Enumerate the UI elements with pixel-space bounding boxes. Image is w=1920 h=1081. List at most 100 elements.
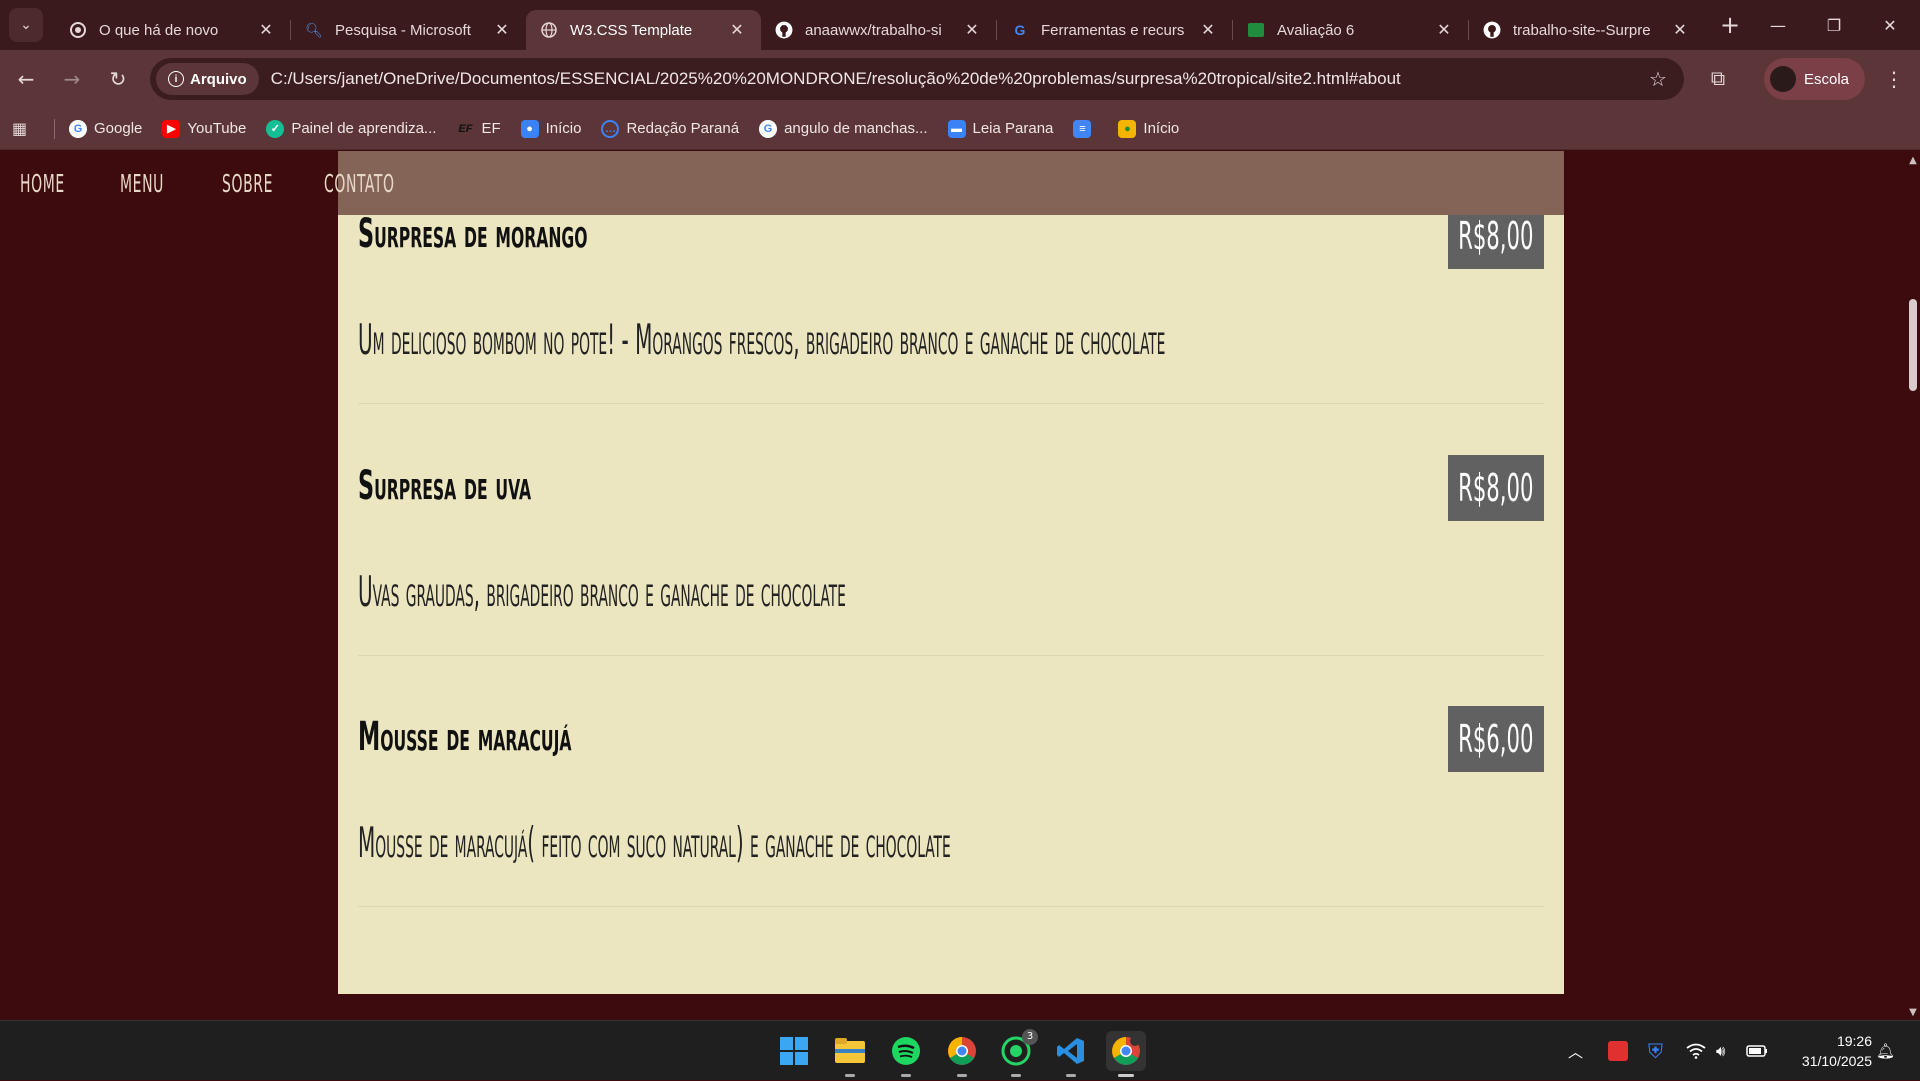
notification-badge: 3 — [1022, 1029, 1038, 1045]
tab-github-site[interactable]: trabalho-site--Surpre ✕ — [1469, 10, 1704, 50]
back-button[interactable]: ← — [6, 59, 46, 99]
nav-menu-link[interactable]: MENU — [120, 169, 163, 198]
tab-w3css-template[interactable]: W3.CSS Template ✕ — [526, 10, 761, 50]
browser-toolbar: ← → ↻ i Arquivo C:/Users/janet/OneDrive/… — [0, 50, 1920, 108]
whatsapp-icon[interactable]: 3 — [996, 1029, 1038, 1077]
defender-icon[interactable]: ⛨ — [1648, 1021, 1663, 1081]
close-icon: ✕ — [1883, 15, 1897, 35]
forward-button[interactable]: → — [52, 59, 92, 99]
restore-button[interactable]: ❐ — [1806, 0, 1862, 50]
minimize-button[interactable]: — — [1750, 0, 1806, 50]
nav-home-link[interactable]: HOME — [20, 169, 64, 198]
bookmark-angulo[interactable]: Gangulo de manchas... — [759, 119, 928, 138]
close-icon[interactable]: ✕ — [1434, 20, 1454, 40]
chrome-icon[interactable] — [942, 1031, 982, 1077]
tab-title: Pesquisa - Microsoft — [335, 21, 471, 39]
tab-search-button[interactable]: ⌄ — [9, 8, 43, 42]
bookmark-ef[interactable]: EF EF — [456, 120, 500, 138]
person-icon: ● — [520, 119, 539, 138]
tab-ferramentas[interactable]: G Ferramentas e recurs ✕ — [997, 10, 1232, 50]
book-icon: ▬ — [947, 119, 966, 138]
tab-github-repo[interactable]: anaawwx/trabalho-si ✕ — [761, 10, 996, 50]
bookmark-painel[interactable]: ✓ Painel de aprendiza... — [266, 119, 436, 138]
nav-contato-link[interactable]: CONTATO — [324, 169, 394, 198]
close-icon[interactable]: ✕ — [1198, 20, 1218, 40]
bookmark-youtube[interactable]: ▶ YouTube — [162, 119, 246, 138]
bookmark-docs[interactable]: ≡ — [1073, 119, 1098, 138]
chrome-profile-icon[interactable] — [1106, 1031, 1146, 1077]
close-icon[interactable]: ✕ — [727, 20, 747, 40]
extensions-icon[interactable]: ⧉ — [1700, 58, 1736, 98]
close-icon[interactable]: ✕ — [492, 20, 512, 40]
scroll-down-icon[interactable]: ▼ — [1906, 1007, 1920, 1018]
item-divider — [358, 403, 1544, 404]
tab-title: trabalho-site--Surpre — [1513, 21, 1651, 39]
bookmark-star-icon[interactable]: ☆ — [1640, 67, 1676, 91]
tab-strip: ⌄ O que há de novo ✕ 🔍︎ Pesquisa - Micro… — [0, 0, 1920, 50]
minimize-icon: — — [1770, 15, 1786, 35]
item-name: Surpresa de uva — [358, 463, 532, 509]
spotify-icon[interactable] — [886, 1031, 926, 1077]
new-tab-button[interactable]: + — [1712, 7, 1748, 43]
tab-avaliacao[interactable]: Avaliação 6 ✕ — [1233, 10, 1468, 50]
address-bar[interactable]: i Arquivo C:/Users/janet/OneDrive/Docume… — [150, 58, 1684, 100]
more-menu-icon[interactable]: ⋮ — [1876, 58, 1912, 100]
search-icon: 🔍︎ — [305, 21, 323, 38]
notifications-icon[interactable]: 🔔︎ — [1876, 1021, 1895, 1081]
price-badge: R$6,00 — [1448, 706, 1544, 772]
bookmark-label: Início — [1143, 120, 1180, 137]
avatar — [1770, 66, 1796, 92]
close-icon[interactable]: ✕ — [1670, 20, 1690, 40]
github-icon — [775, 21, 793, 39]
bookmark-redacao[interactable]: … Redação Paraná — [601, 119, 739, 138]
close-icon[interactable]: ✕ — [256, 20, 276, 40]
item-divider — [358, 906, 1544, 907]
apps-grid-icon[interactable]: ▦ — [12, 119, 36, 138]
arrow-left-icon: ← — [17, 67, 35, 91]
site-info-chip[interactable]: i Arquivo — [156, 63, 259, 95]
arrow-right-icon: → — [63, 67, 81, 91]
battery-icon[interactable] — [1746, 1021, 1768, 1081]
windows-start-icon[interactable] — [774, 1031, 814, 1071]
file-explorer-icon[interactable] — [830, 1031, 870, 1077]
bookmark-google[interactable]: G Google — [69, 119, 143, 138]
running-indicator — [957, 1074, 967, 1077]
menu-container: Surpresa de morango R$8,00 Um delicioso … — [338, 151, 1564, 994]
running-indicator — [1118, 1074, 1134, 1077]
khan-icon: ✓ — [266, 119, 285, 138]
reload-icon: ↻ — [109, 67, 127, 91]
tab-whats-new[interactable]: O que há de novo ✕ — [55, 10, 290, 50]
item-description: Uvas graudas, brigadeiro branco e ganach… — [358, 567, 846, 616]
reload-button[interactable]: ↻ — [98, 59, 138, 99]
running-indicator — [1066, 1074, 1076, 1077]
bookmark-inicio[interactable]: ● Início — [520, 119, 582, 138]
tray-app-icon[interactable] — [1608, 1021, 1628, 1081]
bookmark-divider — [54, 118, 55, 139]
show-hidden-icons[interactable]: ︿ — [1568, 1021, 1583, 1081]
url-text[interactable]: C:/Users/janet/OneDrive/Documentos/ESSEN… — [271, 69, 1640, 89]
bookmark-leia-parana[interactable]: ▬ Leia Parana — [947, 119, 1053, 138]
menu-item: Mousse de maracujá R$6,00 Mousse de mara… — [358, 704, 1544, 907]
nav-sobre-link[interactable]: SOBRE — [222, 169, 272, 198]
vscode-icon[interactable] — [1051, 1031, 1091, 1077]
bookmark-label: Início — [545, 120, 582, 137]
tab-pesquisa[interactable]: 🔍︎ Pesquisa - Microsoft ✕ — [291, 10, 526, 50]
google-icon: G — [759, 119, 778, 138]
ef-icon: EF — [458, 122, 473, 135]
profile-button[interactable]: Escola — [1764, 58, 1866, 100]
page-scrollbar[interactable]: ▲ ▼ — [1906, 151, 1920, 1020]
bookmark-label: Google — [94, 120, 143, 137]
wifi-icon[interactable] — [1686, 1021, 1706, 1081]
system-clock[interactable]: 19:26 31/10/2025 — [1788, 1031, 1872, 1071]
bookmark-label: EF — [481, 120, 501, 137]
bookmark-inicio-classroom[interactable]: ● Início — [1118, 119, 1180, 138]
scroll-thumb[interactable] — [1909, 299, 1917, 391]
menu-item: Surpresa de morango R$8,00 Um delicioso … — [358, 201, 1544, 404]
close-window-button[interactable]: ✕ — [1862, 0, 1918, 50]
menu-item: Surpresa de uva R$8,00 Uvas graudas, bri… — [358, 453, 1544, 656]
chevron-up-icon: ︿ — [1568, 1042, 1584, 1061]
close-icon[interactable]: ✕ — [962, 20, 982, 40]
scroll-up-icon[interactable]: ▲ — [1906, 155, 1920, 166]
running-indicator — [901, 1074, 911, 1077]
volume-icon[interactable]: 🔊︎ — [1716, 1021, 1725, 1081]
